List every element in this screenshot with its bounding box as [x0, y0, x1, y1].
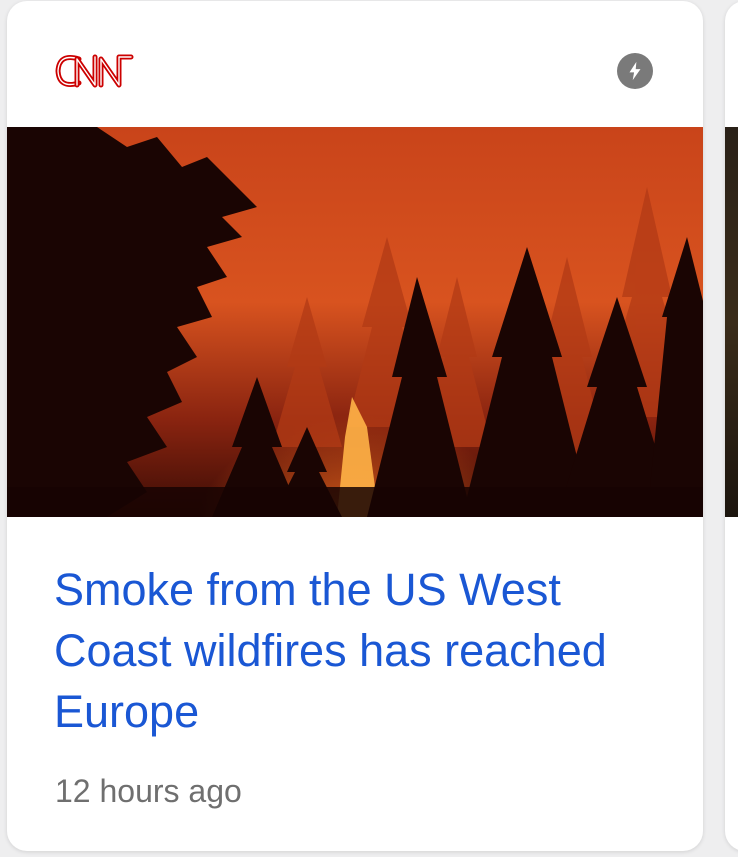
- next-article-thumbnail[interactable]: [725, 127, 738, 517]
- amp-badge[interactable]: [617, 53, 653, 89]
- wildfire-forest-image: [7, 127, 703, 517]
- article-thumbnail[interactable]: [7, 127, 703, 517]
- cnn-logo: [55, 54, 134, 88]
- article-headline[interactable]: Smoke from the US West Coast wildfires h…: [54, 559, 664, 742]
- next-news-card[interactable]: [725, 1, 738, 851]
- news-card[interactable]: Smoke from the US West Coast wildfires h…: [7, 1, 703, 851]
- card-header: [7, 1, 703, 127]
- lightning-bolt-icon: [629, 61, 641, 81]
- article-timestamp: 12 hours ago: [55, 773, 242, 809]
- news-carousel: Smoke from the US West Coast wildfires h…: [0, 0, 738, 857]
